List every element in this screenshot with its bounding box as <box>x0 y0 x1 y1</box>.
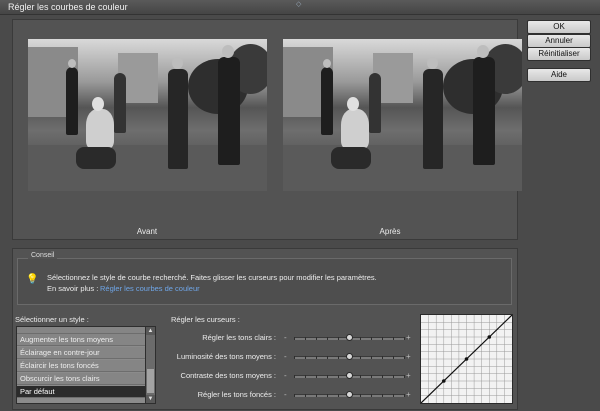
slider-label-luminosite: Luminosité des tons moyens : <box>176 352 276 361</box>
slider-thumb[interactable] <box>346 353 353 360</box>
slider-tick <box>294 375 295 378</box>
slider-tick <box>382 375 383 378</box>
slider-tick <box>327 337 328 340</box>
slider-tick <box>294 356 295 359</box>
slider-tick <box>371 375 372 378</box>
before-caption: Avant <box>136 227 158 236</box>
slider-plus: + <box>406 390 411 399</box>
slider-tons-fonces[interactable] <box>294 391 405 398</box>
after-image <box>283 39 522 191</box>
slider-tick <box>294 337 295 340</box>
lightbulb-icon: 💡 <box>26 274 39 285</box>
slider-tick <box>371 337 372 340</box>
slider-tick <box>327 375 328 378</box>
scroll-down-icon[interactable]: ▼ <box>146 395 155 403</box>
slider-minus: - <box>284 390 287 399</box>
style-item-par-defaut[interactable]: Par défaut <box>17 386 145 398</box>
slider-thumb[interactable] <box>346 372 353 379</box>
cancel-button[interactable]: Annuler <box>527 34 591 48</box>
slider-tick <box>327 356 328 359</box>
slider-tick <box>360 394 361 397</box>
reset-button[interactable]: Réinitialiser <box>527 47 591 61</box>
style-list-item-partial <box>17 327 145 334</box>
slider-tick <box>316 356 317 359</box>
slider-tick <box>404 337 405 340</box>
slider-tick <box>393 356 394 359</box>
slider-tick <box>316 337 317 340</box>
learn-more-link[interactable]: Régler les courbes de couleur <box>100 284 200 293</box>
sliders-label: Régler les curseurs : <box>171 315 240 324</box>
title-grip-icon: ◇ <box>296 1 302 8</box>
window-title: Régler les courbes de couleur <box>8 2 128 12</box>
style-list[interactable]: Augmenter les tons moyens Éclairage en c… <box>16 326 146 404</box>
slider-tick <box>316 394 317 397</box>
slider-tick <box>382 356 383 359</box>
slider-contraste[interactable] <box>294 372 405 379</box>
slider-thumb[interactable] <box>346 334 353 341</box>
slider-tick <box>382 394 383 397</box>
slider-tick <box>371 356 372 359</box>
slider-tick <box>393 394 394 397</box>
after-caption: Après <box>379 227 401 236</box>
slider-tick <box>371 394 372 397</box>
slider-label-contraste: Contraste des tons moyens : <box>180 371 276 380</box>
slider-tick <box>305 356 306 359</box>
tip-legend: Conseil <box>28 252 58 259</box>
scroll-up-icon[interactable]: ▲ <box>146 327 155 335</box>
curve-graph <box>420 314 513 404</box>
slider-tick <box>294 394 295 397</box>
slider-tick <box>305 375 306 378</box>
slider-tick <box>393 375 394 378</box>
slider-tick <box>404 375 405 378</box>
slider-plus: + <box>406 333 411 342</box>
tip-text: Sélectionnez le style de courbe recherch… <box>47 273 377 282</box>
slider-tick <box>338 356 339 359</box>
learn-more-label: En savoir plus : <box>47 284 99 293</box>
style-list-label: Sélectionner un style : <box>15 315 89 324</box>
slider-label-tons-clairs: Régler les tons clairs : <box>202 333 276 342</box>
slider-tick <box>305 337 306 340</box>
slider-thumb[interactable] <box>346 391 353 398</box>
style-item-augmenter-tons-moyens[interactable]: Augmenter les tons moyens <box>17 334 145 346</box>
slider-luminosite[interactable] <box>294 353 405 360</box>
style-item-eclairage-contre-jour[interactable]: Éclairage en contre-jour <box>17 347 145 359</box>
before-image <box>28 39 267 191</box>
slider-tick <box>338 394 339 397</box>
slider-minus: - <box>284 352 287 361</box>
slider-tick <box>382 337 383 340</box>
help-button[interactable]: Aide <box>527 68 591 82</box>
slider-tick <box>360 375 361 378</box>
slider-tick <box>338 375 339 378</box>
slider-tick <box>404 356 405 359</box>
slider-tick <box>338 337 339 340</box>
ok-button[interactable]: OK <box>527 20 591 34</box>
slider-minus: - <box>284 333 287 342</box>
slider-tick <box>360 337 361 340</box>
scroll-thumb[interactable] <box>147 369 154 393</box>
style-list-scrollbar[interactable]: ▲ ▼ <box>145 326 156 404</box>
slider-tons-clairs[interactable] <box>294 334 405 341</box>
slider-label-tons-fonces: Régler les tons foncés : <box>197 390 276 399</box>
slider-tick <box>393 337 394 340</box>
slider-plus: + <box>406 352 411 361</box>
slider-tick <box>404 394 405 397</box>
style-item-obscurcir-tons-clairs[interactable]: Obscurcir les tons clairs <box>17 373 145 385</box>
style-item-eclaircir-tons-fonces[interactable]: Éclaircir les tons foncés <box>17 360 145 372</box>
title-bar: Régler les courbes de couleur ◇ <box>0 0 600 15</box>
slider-tick <box>360 356 361 359</box>
slider-minus: - <box>284 371 287 380</box>
slider-tick <box>316 375 317 378</box>
slider-tick <box>327 394 328 397</box>
slider-plus: + <box>406 371 411 380</box>
slider-tick <box>305 394 306 397</box>
